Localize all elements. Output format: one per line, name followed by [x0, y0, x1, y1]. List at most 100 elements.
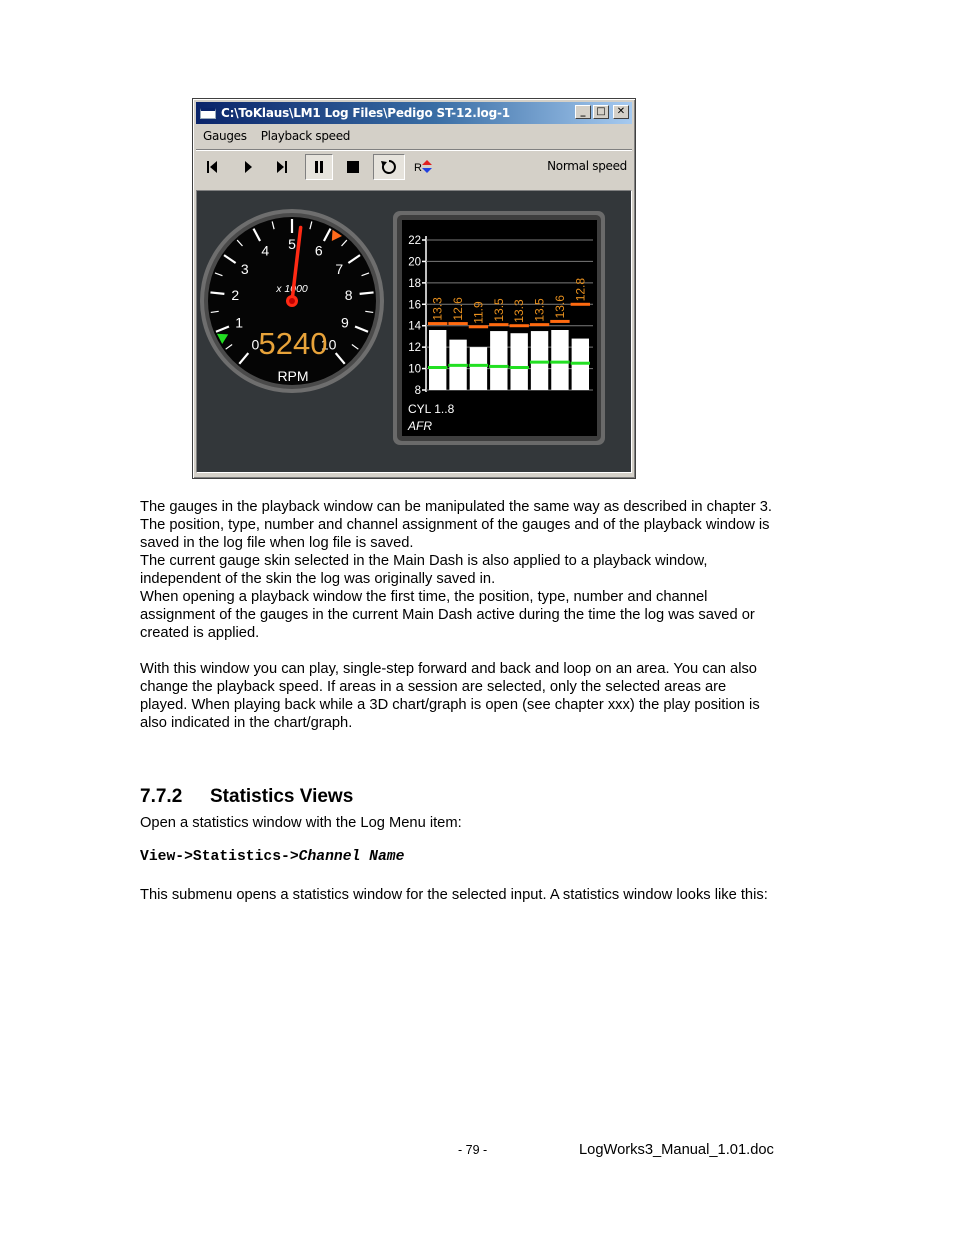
afr-bar-label: 13.3 — [512, 299, 526, 323]
svg-text:R: R — [414, 162, 422, 174]
text-line: independent of the skin the log was orig… — [140, 571, 496, 587]
text-line: change the playback speed. If areas in a… — [140, 679, 727, 695]
text-line: assignment of the gauges in the current … — [140, 607, 755, 623]
menu-path-item: Channel Name — [298, 849, 405, 865]
afr-tick-label: 16 — [408, 299, 421, 311]
menu-path: View->Statistics->Channel Name — [140, 849, 404, 865]
afr-tick-label: 22 — [408, 235, 421, 247]
rpm-value: 5240 — [259, 326, 328, 361]
loop-icon[interactable] — [373, 154, 405, 180]
afr-high-marker — [550, 319, 570, 323]
afr-low-marker — [428, 366, 448, 369]
text-line: played. When playing back while a 3D cha… — [140, 697, 760, 713]
close-icon[interactable]: ✕ — [613, 105, 629, 119]
document-name: LogWorks3_Manual_1.01.doc — [579, 1142, 774, 1158]
afr-low-marker — [489, 364, 509, 368]
rpm-scale-label: 2 — [231, 287, 239, 303]
afr-high-marker — [428, 322, 448, 326]
afr-high-marker — [570, 302, 590, 306]
reverse-icon[interactable]: R — [410, 154, 438, 180]
text-line: also indicated in the chart/graph. — [140, 715, 353, 731]
rpm-scale-label: 7 — [335, 261, 343, 277]
section-after: This submenu opens a statistics window f… — [140, 886, 820, 904]
text-line: The gauges in the playback window can be… — [140, 499, 772, 515]
text-line: Open a statistics window with the Log Me… — [140, 815, 462, 831]
menu-bar: Gauges Playback speed — [196, 125, 632, 147]
step-forward-icon[interactable] — [268, 154, 296, 180]
stop-icon[interactable] — [339, 154, 367, 180]
text-line: This submenu opens a statistics window f… — [140, 887, 768, 903]
rpm-tick — [359, 291, 374, 295]
gauge-canvas: 0 1 2 3 4 5 6 7 8 9 10 x 1000 5240 RPM 22 20 18 16 14 1… — [196, 190, 632, 473]
window-title: C:\ToKlaus\LM1 Log Files\Pedigo ST-12.lo… — [221, 106, 510, 120]
afr-bar — [551, 330, 569, 390]
afr-tick-label: 20 — [408, 256, 421, 268]
rpm-scale-label: 9 — [341, 314, 349, 330]
afr-bar-label: 13.5 — [533, 298, 547, 322]
afr-low-marker — [529, 360, 550, 364]
afr-high-marker — [448, 322, 468, 326]
afr-bar — [490, 331, 508, 390]
afr-low-marker — [570, 361, 590, 365]
text-line: The current gauge skin selected in the M… — [140, 553, 708, 569]
afr-bar-label: 13.3 — [431, 297, 445, 321]
section-number: 7.7.2 — [140, 786, 183, 807]
rpm-scale-label: 4 — [261, 243, 269, 259]
rpm-scale-label: 6 — [315, 243, 323, 259]
afr-low-marker — [550, 360, 570, 364]
rpm-scale-label: 5 — [288, 236, 296, 252]
afr-bar-label: 13.5 — [492, 298, 506, 322]
playback-speed-label: Normal speed — [547, 159, 627, 173]
menu-playback-speed[interactable]: Playback speed — [254, 129, 357, 143]
afr-tick-label: 8 — [415, 385, 421, 397]
minimize-icon[interactable]: _ — [575, 105, 591, 119]
text-line: With this window you can play, single-st… — [140, 661, 757, 677]
afr-bar — [469, 347, 488, 390]
paragraph-playback-controls: With this window you can play, single-st… — [140, 660, 820, 732]
section-intro: Open a statistics window with the Log Me… — [140, 814, 820, 832]
afr-bar-label: 11.9 — [471, 301, 485, 324]
window-titlebar[interactable]: C:\ToKlaus\LM1 Log Files\Pedigo ST-12.lo… — [196, 102, 632, 124]
rpm-gauge[interactable]: 01234 5 678910 x 1000 5240 RPM — [200, 209, 384, 393]
afr-bar — [510, 333, 528, 390]
rpm-scale-label: 3 — [241, 261, 249, 277]
menu-path-prefix: View->Statistics-> — [140, 849, 299, 865]
afr-high-marker — [489, 323, 509, 327]
afr-gauge[interactable]: 22 20 18 16 14 12 10 8 13.3 12.6 11.9 13.5 13.3 13.5… — [393, 211, 605, 445]
afr-bar — [429, 330, 447, 390]
afr-tick-label: 18 — [408, 278, 421, 290]
afr-high-marker — [509, 324, 529, 328]
menu-gauges[interactable]: Gauges — [196, 129, 254, 143]
window-icon — [200, 107, 216, 119]
page-number: - 79 - — [458, 1143, 488, 1157]
afr-bar-label: 12.8 — [573, 278, 587, 302]
afr-low-marker — [448, 363, 468, 367]
afr-bar-label: 13.6 — [553, 295, 567, 319]
text-line: created is applied. — [140, 625, 260, 641]
afr-low-marker — [509, 366, 529, 369]
maximize-icon[interactable]: □ — [593, 105, 609, 119]
afr-tick-label: 12 — [408, 342, 421, 354]
afr-tick-label: 10 — [408, 364, 421, 376]
rpm-scale-label: 1 — [235, 314, 243, 330]
afr-unit: AFR — [407, 419, 432, 433]
rpm-scale-label: 8 — [345, 287, 353, 303]
playback-window: C:\ToKlaus\LM1 Log Files\Pedigo ST-12.lo… — [192, 98, 636, 479]
section-heading: 7.7.2 Statistics Views — [140, 786, 353, 808]
playback-toolbar: R Normal speed — [196, 149, 632, 184]
rpm-tick — [210, 291, 225, 295]
text-line: saved in the log file when log file is s… — [140, 535, 414, 551]
skip-back-icon[interactable] — [198, 154, 226, 180]
section-title: Statistics Views — [210, 786, 354, 807]
afr-bar-label: 12.6 — [451, 297, 465, 321]
afr-low-marker — [468, 363, 489, 367]
afr-tick-label: 14 — [408, 321, 421, 333]
afr-caption: CYL 1..8 — [408, 402, 455, 416]
rpm-unit: RPM — [277, 368, 308, 384]
play-icon[interactable] — [234, 154, 262, 180]
pause-icon[interactable] — [305, 154, 333, 180]
afr-bar — [530, 331, 549, 390]
text-line: When opening a playback window the first… — [140, 589, 708, 605]
afr-high-marker — [529, 323, 550, 327]
paragraph-playback-gauges: The gauges in the playback window can be… — [140, 498, 820, 642]
